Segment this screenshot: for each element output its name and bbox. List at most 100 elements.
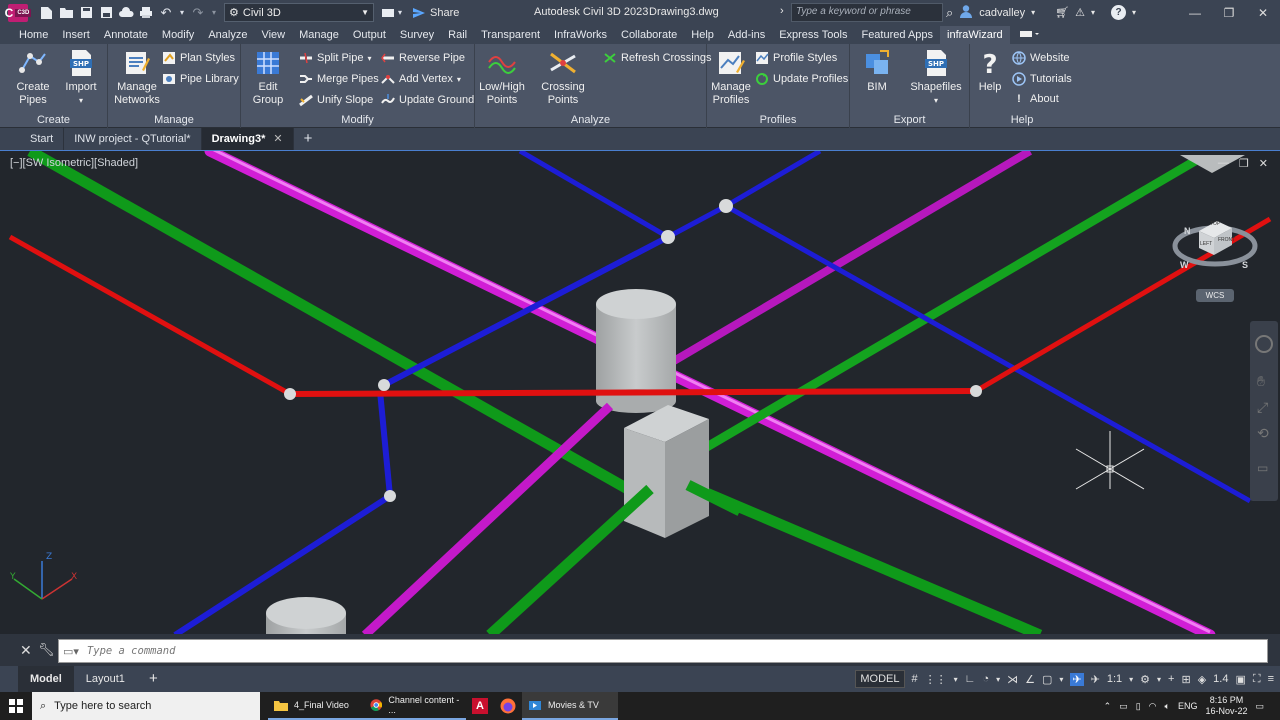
save-icon[interactable]: [78, 5, 94, 21]
junction-box-structure[interactable]: [624, 405, 709, 538]
red-pipe[interactable]: [8, 234, 292, 397]
edit-group-button[interactable]: Edit Group: [243, 48, 293, 107]
viewcube[interactable]: TOP LEFT FRONT N W S: [1172, 201, 1262, 281]
chevron-right-icon[interactable]: ›: [780, 5, 784, 17]
workspace-switching-icon[interactable]: ⚙: [1140, 673, 1150, 686]
add-vertex-button[interactable]: Add Vertex ▾: [381, 72, 461, 86]
workspace-select[interactable]: ⚙ Civil 3D ▼: [224, 3, 374, 22]
tab-survey[interactable]: Survey: [393, 26, 441, 44]
steering-wheel-icon[interactable]: [1255, 335, 1273, 353]
workspace-dropdown-icon[interactable]: ▾: [1157, 675, 1161, 684]
viewport-minimize-icon[interactable]: —: [1218, 157, 1229, 170]
pipe-fitting[interactable]: [970, 385, 982, 397]
viewcube-front-label[interactable]: FRONT: [1218, 237, 1235, 243]
manage-networks-button[interactable]: Manage Networks: [112, 48, 162, 107]
compass-s-label[interactable]: S: [1242, 260, 1248, 270]
green-pipe[interactable]: [27, 151, 643, 501]
zoom-extents-icon[interactable]: ⤢: [1257, 399, 1268, 416]
about-button[interactable]: ! About: [1012, 93, 1059, 105]
object-snap-icon[interactable]: ▢: [1042, 673, 1052, 686]
annotation-scale[interactable]: 1:1: [1107, 673, 1122, 685]
pipe-network-scene[interactable]: Z X Y: [0, 151, 1280, 634]
annotation-visibility-icon[interactable]: ✈︎: [1070, 672, 1084, 686]
taskbar-item-chrome[interactable]: Channel content - ...: [364, 692, 466, 720]
hardware-acceleration-icon[interactable]: ▣: [1235, 673, 1245, 686]
shapefiles-button[interactable]: SHP Shapefiles ▾: [908, 48, 964, 107]
tab-express-tools[interactable]: Express Tools: [772, 26, 854, 44]
close-icon[interactable]: ✕: [1246, 0, 1280, 25]
tab-featured-apps[interactable]: Featured Apps: [854, 26, 940, 44]
customization-icon[interactable]: ≡: [1268, 673, 1274, 685]
update-profiles-button[interactable]: Update Profiles: [755, 72, 848, 86]
cloud-save-icon[interactable]: [118, 5, 134, 21]
unify-slope-button[interactable]: Unify Slope: [299, 93, 373, 107]
minimize-icon[interactable]: —: [1178, 0, 1212, 25]
model-space-toggle[interactable]: MODEL: [855, 670, 905, 688]
plan-styles-button[interactable]: Plan Styles: [162, 51, 235, 65]
pan-hand-icon[interactable]: ✋︎: [1257, 373, 1265, 390]
command-input[interactable]: ▭▾ Type a command: [58, 639, 1268, 663]
notifications-icon[interactable]: ▭: [1255, 701, 1264, 712]
wifi-icon[interactable]: ◠: [1149, 701, 1157, 712]
drawing-viewport[interactable]: Z X Y [−][SW Isometric][Shaded] — ❐ ✕ TO…: [0, 150, 1280, 634]
viewport-restore-icon[interactable]: ❐: [1239, 157, 1249, 170]
a360-dropdown-icon[interactable]: ▾: [1091, 8, 1095, 17]
pipe-fitting[interactable]: [384, 490, 396, 502]
create-pipes-button[interactable]: Create Pipes: [12, 48, 54, 107]
ribbon-minimize-toggle[interactable]: [1010, 26, 1050, 44]
tab-modify[interactable]: Modify: [155, 26, 201, 44]
polar-tracking-icon[interactable]: ◔: [982, 673, 989, 685]
network-icon[interactable]: ▭: [1119, 701, 1128, 712]
object-snap-dropdown-icon[interactable]: ▾: [1059, 675, 1063, 684]
viewcube-top-label[interactable]: TOP: [1210, 221, 1220, 227]
search-icon[interactable]: ⌕: [946, 5, 953, 21]
tab-manage[interactable]: Manage: [292, 26, 346, 44]
website-button[interactable]: Website: [1012, 51, 1070, 65]
clock[interactable]: 8:16 PM 16-Nov-22: [1205, 695, 1247, 717]
redo-icon[interactable]: ↷: [190, 5, 206, 21]
close-tab-icon[interactable]: ✕: [273, 128, 282, 150]
print-icon[interactable]: [138, 5, 154, 21]
tab-output[interactable]: Output: [346, 26, 393, 44]
snap-dropdown-icon[interactable]: ▾: [954, 675, 958, 684]
isodraft-icon[interactable]: ⋊: [1007, 673, 1018, 686]
manhole-structure[interactable]: [266, 597, 346, 634]
tab-insert[interactable]: Insert: [55, 26, 97, 44]
app-logo[interactable]: C C3D: [5, 3, 32, 22]
tray-overflow-icon[interactable]: ⌃: [1104, 701, 1112, 712]
ortho-icon[interactable]: ∟: [965, 673, 976, 685]
publish-dropdown-icon[interactable]: ▾: [396, 5, 404, 21]
tab-transparent[interactable]: Transparent: [474, 26, 547, 44]
add-layout-button[interactable]: +: [137, 666, 170, 692]
tab-view[interactable]: View: [254, 26, 292, 44]
save-as-icon[interactable]: [98, 5, 114, 21]
tab-infrawizard[interactable]: infraWizard: [940, 26, 1010, 44]
help-dropdown-icon[interactable]: ▾: [1132, 8, 1136, 17]
wcs-menu[interactable]: WCS: [1196, 289, 1234, 302]
clean-screen-icon[interactable]: ⛶: [1253, 673, 1261, 686]
isolate-objects-icon[interactable]: ◈: [1198, 673, 1206, 686]
taskbar-item-movies-tv[interactable]: Movies & TV: [522, 692, 618, 720]
open-folder-icon[interactable]: [58, 5, 74, 21]
pipe-fitting[interactable]: [719, 199, 733, 213]
compass-w-label[interactable]: W: [1180, 260, 1189, 270]
import-button[interactable]: SHP Import ▾: [62, 48, 100, 107]
command-history-icon[interactable]: ▭▾: [63, 645, 79, 658]
tab-infraworks[interactable]: InfraWorks: [547, 26, 614, 44]
pipe-library-button[interactable]: Pipe Library: [162, 72, 239, 86]
search-input[interactable]: Type a keyword or phrase: [791, 3, 943, 22]
pipe-fitting[interactable]: [284, 388, 296, 400]
taskbar-search-input[interactable]: ⌕ Type here to search: [32, 692, 260, 720]
viewport-close-icon[interactable]: ✕: [1259, 157, 1268, 170]
windows-start-button[interactable]: [0, 692, 32, 720]
restore-icon[interactable]: ❐: [1212, 0, 1246, 25]
green-pipe[interactable]: [687, 480, 1043, 634]
crossing-points-button[interactable]: Crossing Points: [527, 48, 599, 107]
units-icon[interactable]: ⊞: [1181, 673, 1190, 686]
close-command-icon[interactable]: ✕: [20, 642, 32, 659]
tab-annotate[interactable]: Annotate: [97, 26, 155, 44]
tab-rail[interactable]: Rail: [441, 26, 474, 44]
taskbar-item-autocad[interactable]: A: [466, 692, 494, 720]
new-tab-button[interactable]: +: [294, 128, 323, 150]
compass-n-label[interactable]: N: [1184, 226, 1191, 236]
